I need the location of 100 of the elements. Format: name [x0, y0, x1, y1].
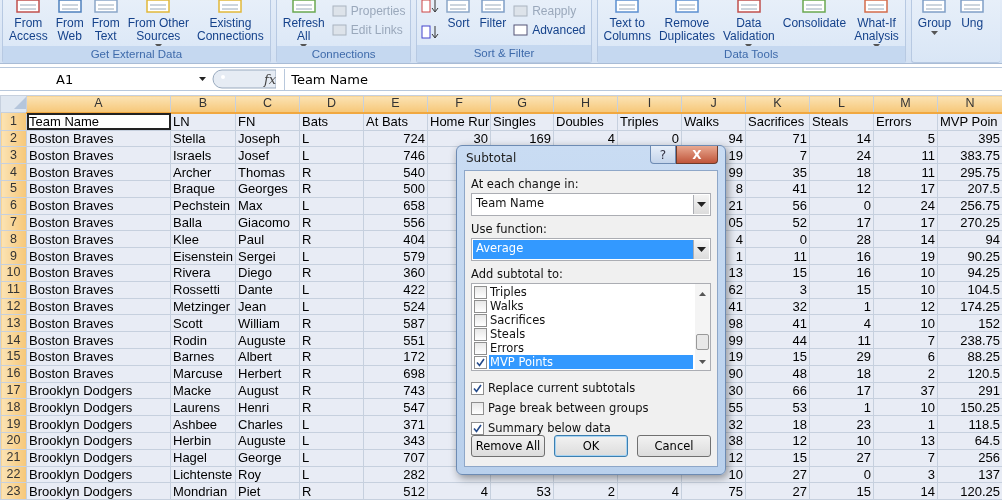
table-cell: 98 — [728, 315, 743, 331]
ribbon-button[interactable]: Refresh All — [279, 0, 328, 48]
ribbon-button[interactable]: From Access — [6, 0, 51, 43]
table-cell: Georges — [238, 181, 288, 197]
table-cell: 0 — [863, 466, 871, 482]
ribbon-button[interactable]: Consolidate — [779, 0, 850, 30]
table-cell: 11 — [793, 248, 807, 264]
table-cell: 11 — [857, 332, 871, 348]
table-cell: 3 — [927, 466, 935, 482]
table-cell: 41 — [792, 315, 807, 331]
scrollbar[interactable] — [695, 284, 710, 370]
column-header[interactable]: G — [517, 96, 527, 111]
ribbon-button[interactable]: Sort — [442, 0, 475, 30]
ribbon-button[interactable]: Remove Duplicates — [655, 0, 718, 43]
ribbon-button[interactable]: From Text — [88, 0, 123, 43]
ribbon-button[interactable]: Group — [914, 0, 955, 35]
table-cell: R — [302, 315, 312, 331]
column-header[interactable]: D — [327, 96, 336, 111]
table-cell: 10 — [856, 433, 871, 449]
insert-function-button[interactable]: fx — [264, 71, 277, 87]
ribbon-button[interactable]: Advanced — [511, 23, 588, 37]
checkbox-label[interactable]: Replace current subtotals — [488, 381, 636, 395]
checkbox[interactable] — [474, 285, 487, 299]
expand-handle-icon[interactable] — [212, 69, 276, 89]
checkbox[interactable] — [474, 341, 487, 355]
document-icon — [15, 0, 42, 14]
checkbox[interactable] — [471, 401, 484, 415]
table-cell: 698 — [403, 366, 425, 382]
list-item[interactable]: Walks — [489, 299, 693, 313]
list-item[interactable]: Triples — [489, 285, 693, 299]
dialog-button[interactable]: OK — [554, 435, 628, 457]
checkbox[interactable] — [471, 381, 484, 395]
table-cell: Boston Braves — [29, 131, 114, 146]
name-box[interactable]: A1 — [0, 68, 210, 90]
list-item[interactable]: Errors — [489, 341, 693, 355]
document-icon — [56, 0, 83, 14]
field-label: Use function: — [471, 222, 548, 236]
table-cell: Israels — [173, 147, 212, 163]
table-cell: 29 — [856, 349, 871, 365]
ribbon-button[interactable]: Text to Columns — [600, 0, 654, 43]
table-cell: 15 — [856, 483, 871, 499]
table-cell: L — [302, 198, 310, 214]
ribbon-button[interactable]: Existing Connections — [194, 0, 267, 43]
table-cell: 75 — [728, 483, 743, 499]
table-cell: 14 — [920, 231, 935, 247]
help-button[interactable]: ? — [650, 146, 676, 164]
column-header[interactable]: F — [455, 96, 463, 111]
table-cell: 291 — [978, 382, 1000, 398]
column-header[interactable]: J — [710, 96, 717, 111]
checkbox-label[interactable]: Page break between groups — [488, 401, 649, 415]
dropdown-field[interactable]: Team Name — [471, 193, 711, 216]
column-header[interactable]: A — [94, 96, 103, 111]
ribbon-button[interactable]: What-If Analysis — [851, 0, 902, 48]
column-header[interactable]: B — [198, 96, 208, 111]
column-header[interactable]: M — [900, 96, 911, 111]
dialog-button[interactable]: Remove All — [471, 435, 545, 457]
caret-icon — [697, 202, 706, 207]
column-header[interactable]: C — [263, 96, 272, 111]
checkbox[interactable] — [474, 355, 487, 369]
checkbox-label[interactable]: Summary below data — [488, 421, 611, 435]
ribbon-button[interactable]: Filter — [476, 0, 510, 30]
scroll-up-icon[interactable] — [699, 292, 706, 296]
column-header[interactable]: L — [838, 96, 845, 111]
ribbon-button[interactable]: From Other Sources — [124, 0, 193, 48]
column-header[interactable]: E — [391, 96, 400, 111]
list-item[interactable]: Sacrifices — [489, 313, 693, 327]
table-cell: 11 — [921, 164, 935, 180]
ribbon-button[interactable]: Data Validation — [719, 0, 778, 48]
table-cell: Hagel — [173, 450, 207, 466]
column-header[interactable]: I — [647, 96, 652, 111]
table-cell: L — [302, 298, 310, 314]
checkbox[interactable] — [471, 421, 484, 435]
table-cell: Henri — [238, 399, 270, 415]
table-cell: L — [302, 416, 310, 432]
table-cell: Braque — [173, 181, 215, 197]
sort-icon[interactable] — [420, 24, 441, 40]
table-cell: Dante — [238, 282, 273, 298]
table-cell: Boston Braves — [29, 265, 114, 281]
table-cell: 16 — [856, 248, 871, 264]
column-heading: Team Name — [29, 114, 100, 130]
ribbon-button[interactable]: From Web — [52, 0, 87, 43]
sort-icon[interactable] — [420, 0, 441, 14]
ribbon-button[interactable]: Ung — [956, 0, 989, 30]
checkbox[interactable] — [474, 313, 487, 327]
table-cell: 238.75 — [960, 332, 1000, 348]
list-item[interactable]: Steals — [489, 327, 693, 341]
column-header[interactable]: H — [581, 96, 590, 111]
document-icon — [290, 0, 317, 14]
scroll-thumb[interactable] — [696, 334, 709, 350]
sheet-icon — [331, 23, 348, 37]
checkbox[interactable] — [474, 299, 487, 313]
column-header[interactable]: K — [773, 96, 782, 111]
column-header[interactable]: N — [965, 96, 975, 111]
table-cell: R — [302, 332, 312, 348]
dialog-button[interactable]: Cancel — [637, 435, 711, 457]
column-heading: MVP Poin — [940, 114, 998, 130]
table-cell: 12 — [792, 433, 807, 449]
checkbox[interactable] — [474, 327, 487, 341]
table-cell: 256 — [978, 450, 1000, 466]
formula-field[interactable]: Team Name — [284, 68, 1002, 90]
